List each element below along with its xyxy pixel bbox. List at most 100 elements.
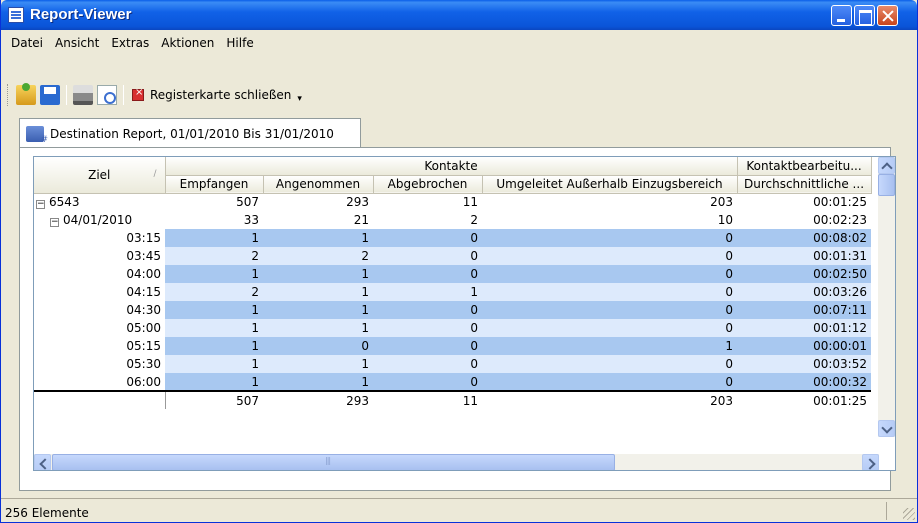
vertical-scroll-thumb[interactable] [878, 174, 895, 196]
header-umgeleitet[interactable]: Umgeleitet Außerhalb Einzugsbereich [482, 175, 738, 194]
header-abgebrochen[interactable]: Abgebrochen [373, 175, 483, 194]
print-preview-icon[interactable] [97, 85, 117, 105]
tab-destination-report[interactable]: Destination Report, 01/01/2010 Bis 31/01… [19, 118, 361, 148]
table-row[interactable]: 04:30 1 1 0 0 00:07:11 [34, 301, 871, 319]
table-row[interactable]: −04/01/2010 33 21 2 10 00:02:23 [34, 211, 871, 229]
total-angenommen: 293 [263, 390, 373, 409]
header-empfangen[interactable]: Empfangen [165, 175, 264, 194]
cell-abgebrochen: 0 [373, 337, 482, 355]
minimize-button[interactable] [831, 5, 852, 26]
cell-empfangen: 507 [236, 195, 259, 210]
cell-umgeleitet: 0 [482, 247, 737, 265]
cell-umgeleitet: 0 [482, 283, 737, 301]
header-ziel[interactable]: Ziel ∕ [34, 157, 166, 194]
cell-umgeleitet: 203 [710, 195, 733, 210]
toolbar-grip[interactable] [7, 84, 10, 106]
toolbar-separator [123, 85, 124, 105]
cell-abgebrochen: 11 [462, 195, 478, 210]
cell-empfangen: 1 [165, 229, 263, 247]
scroll-right-button[interactable] [862, 454, 879, 470]
title-bar[interactable]: Report-Viewer [1, 0, 917, 30]
resize-grip[interactable] [903, 508, 915, 520]
table-row[interactable]: 06:00 1 1 0 0 00:00:32 [34, 373, 871, 391]
cell-durchschnitt: 00:08:02 [737, 229, 871, 247]
totals-label-cell [34, 390, 166, 409]
total-empfangen: 507 [165, 390, 263, 409]
table-row[interactable]: 03:15 1 1 0 0 00:08:02 [34, 229, 871, 247]
toolbar: Registerkarte schließen ▾ [5, 80, 302, 110]
cell-empfangen: 33 [243, 213, 259, 227]
grid-body: −6543 507 293 11 203 00:01:25−04/01/2010 33 21 2… [34, 193, 871, 391]
cell-empfangen: 2 [165, 283, 263, 301]
cell-angenommen: 1 [263, 283, 373, 301]
cell-durchschnitt: 00:01:12 [737, 319, 871, 337]
menu-bar: Datei Ansicht Extras Aktionen Hilfe [5, 33, 260, 53]
close-tab-icon[interactable] [132, 87, 144, 101]
window-title: Report-Viewer [30, 6, 132, 23]
menu-aktionen[interactable]: Aktionen [155, 33, 220, 53]
cell-abgebrochen: 0 [373, 301, 482, 319]
cell-angenommen: 1 [263, 355, 373, 373]
cell-umgeleitet: 0 [482, 229, 737, 247]
report-table: Ziel ∕ Kontakte Kontaktbearbeitu... Empf… [34, 157, 872, 409]
row-label-cell: 04:15 [34, 283, 165, 301]
vertical-scrollbar[interactable] [878, 157, 895, 437]
table-row[interactable]: 04:00 1 1 0 0 00:02:50 [34, 265, 871, 283]
maximize-button[interactable] [854, 5, 875, 26]
cell-abgebrochen: 0 [373, 265, 482, 283]
cell-durchschnitt: 00:02:23 [813, 213, 867, 227]
cell-angenommen: 21 [353, 213, 369, 227]
header-ziel-label: Ziel [88, 167, 111, 182]
menu-hilfe[interactable]: Hilfe [220, 33, 259, 53]
totals-row: 507 293 11 203 00:01:25 [34, 390, 871, 409]
cell-angenommen: 0 [263, 337, 373, 355]
row-label: 05:00 [126, 321, 161, 335]
table-row[interactable]: 04:15 2 1 1 0 00:03:26 [34, 283, 871, 301]
table-row[interactable]: 05:30 1 1 0 0 00:03:52 [34, 355, 871, 373]
menu-extras[interactable]: Extras [105, 33, 155, 53]
header-durchschnitt[interactable]: Durchschnittliche ... [737, 175, 872, 194]
row-label-cell: −04/01/2010 [34, 211, 165, 229]
scroll-down-button[interactable] [878, 420, 895, 437]
row-label-cell: 03:45 [34, 247, 165, 265]
print-icon[interactable] [73, 85, 93, 105]
row-label-cell: −6543 [34, 193, 165, 211]
cell-angenommen: 293 [346, 195, 369, 210]
row-label-cell: 05:30 [34, 355, 165, 373]
row-label-cell: 04:00 [34, 265, 165, 283]
menu-ansicht[interactable]: Ansicht [49, 33, 105, 53]
cell-angenommen: 2 [263, 247, 373, 265]
row-label-cell: 04:30 [34, 301, 165, 319]
menu-datei[interactable]: Datei [5, 33, 49, 53]
header-group-bearbeitung: Kontaktbearbeitu... [737, 157, 872, 176]
scroll-left-button[interactable] [34, 454, 51, 470]
status-item-count: 256 Elemente [5, 506, 89, 520]
cell-angenommen: 1 [263, 301, 373, 319]
cell-angenommen: 1 [263, 265, 373, 283]
table-row[interactable]: 05:00 1 1 0 0 00:01:12 [34, 319, 871, 337]
open-folder-icon[interactable] [16, 83, 36, 105]
row-label: 03:45 [126, 249, 161, 263]
table-row[interactable]: 05:15 1 0 0 1 00:00:01 [34, 337, 871, 355]
close-button[interactable] [877, 5, 898, 26]
cell-abgebrochen: 0 [373, 229, 482, 247]
table-row[interactable]: −6543 507 293 11 203 00:01:25 [34, 193, 871, 211]
scroll-up-button[interactable] [878, 157, 895, 174]
expander-icon[interactable]: − [50, 218, 59, 227]
horizontal-scroll-thumb[interactable] [52, 454, 615, 470]
header-angenommen[interactable]: Angenommen [263, 175, 374, 194]
horizontal-scrollbar[interactable] [34, 454, 879, 470]
total-durchschnitt: 00:01:25 [737, 390, 871, 409]
cell-umgeleitet: 0 [482, 373, 737, 391]
expander-icon[interactable]: − [36, 200, 45, 210]
row-label-cell: 05:15 [34, 337, 165, 355]
cell-empfangen: 1 [165, 355, 263, 373]
cell-durchschnitt: 00:03:52 [737, 355, 871, 373]
report-tab-icon [26, 125, 48, 145]
toolbar-overflow-chevron-icon[interactable]: ▾ [297, 94, 302, 104]
save-icon[interactable] [40, 85, 60, 105]
cell-abgebrochen: 0 [373, 247, 482, 265]
table-row[interactable]: 03:45 2 2 0 0 00:01:31 [34, 247, 871, 265]
close-tab-button[interactable]: Registerkarte schließen [150, 88, 291, 102]
total-umgeleitet: 203 [482, 390, 737, 409]
